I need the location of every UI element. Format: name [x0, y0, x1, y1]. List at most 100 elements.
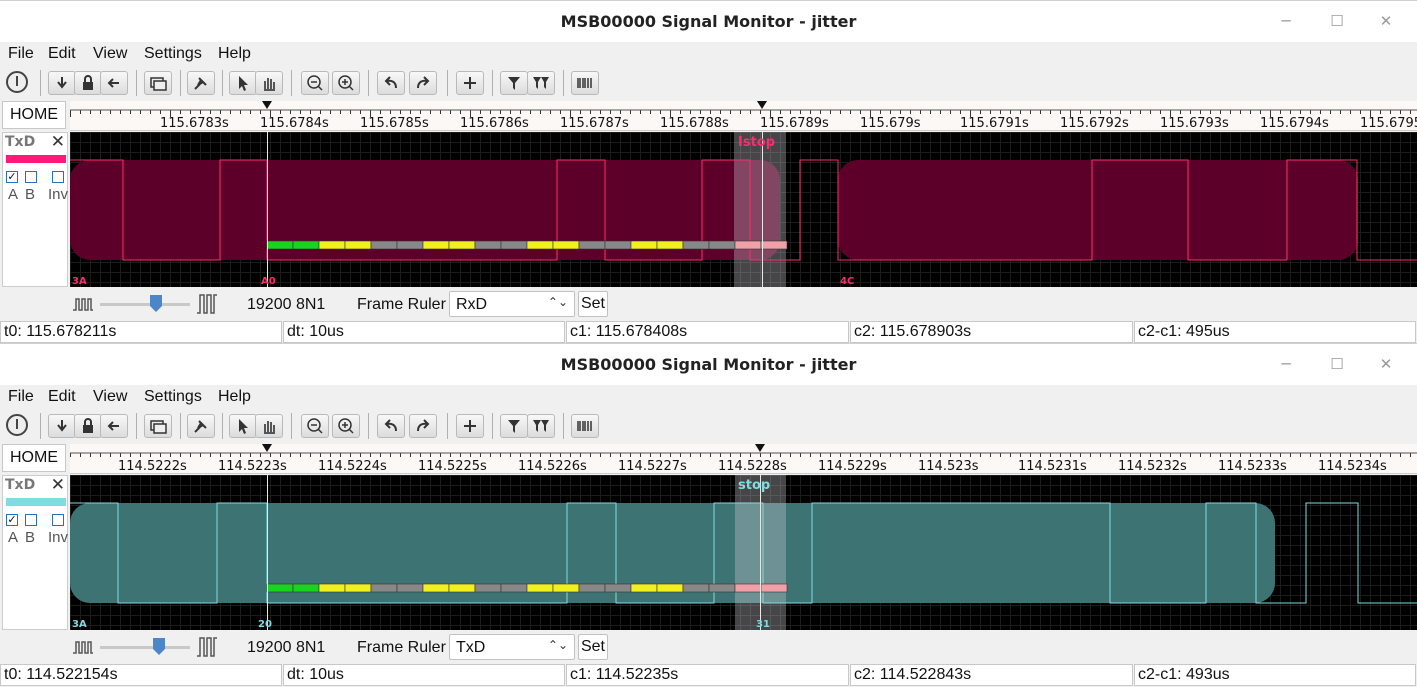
- checkbox-inv[interactable]: [52, 514, 64, 526]
- bit-cell: [656, 240, 684, 250]
- bit-cell: [656, 583, 684, 593]
- bit-cell: [552, 240, 580, 250]
- baud-setting: 19200 8N1: [247, 639, 326, 656]
- frame-ruler-value: TxD: [456, 639, 486, 656]
- multi-filter-button[interactable]: [527, 71, 555, 95]
- close-icon[interactable]: ✕: [1376, 354, 1396, 374]
- add-button[interactable]: [456, 71, 484, 95]
- filter-button[interactable]: [500, 414, 528, 438]
- back-button[interactable]: [100, 71, 128, 95]
- bit-cell: [422, 240, 450, 250]
- maximize-icon[interactable]: ☐: [1327, 11, 1347, 31]
- toolbar-separator: [563, 413, 564, 439]
- bit-cell: [734, 583, 762, 593]
- zoom-in-button[interactable]: [332, 414, 360, 438]
- checkbox-a[interactable]: ✓: [6, 171, 18, 183]
- download-button[interactable]: [48, 414, 76, 438]
- home-button[interactable]: HOME: [2, 101, 66, 129]
- download-button[interactable]: [48, 71, 76, 95]
- multi-filter-button[interactable]: [527, 414, 555, 438]
- minimize-icon[interactable]: ─: [1276, 354, 1296, 374]
- windows-button[interactable]: [144, 414, 172, 438]
- zoom-in-button[interactable]: [332, 71, 360, 95]
- hand-tool-button[interactable]: [255, 414, 283, 438]
- barcode-button[interactable]: [571, 71, 599, 95]
- status-c1: c1: 115.678408s: [566, 321, 849, 343]
- redo-button[interactable]: [409, 71, 437, 95]
- filter-button[interactable]: [500, 71, 528, 95]
- home-button[interactable]: HOME: [2, 444, 66, 472]
- set-button[interactable]: Set: [578, 291, 608, 317]
- windows-button[interactable]: [144, 71, 172, 95]
- zoom-slider-handle[interactable]: [153, 638, 165, 655]
- checkbox-a[interactable]: ✓: [6, 514, 18, 526]
- pin-button[interactable]: [187, 414, 215, 438]
- menu-edit[interactable]: Edit: [48, 388, 76, 406]
- frame-ruler-select[interactable]: RxD ⌃⌄: [449, 291, 575, 317]
- undo-button[interactable]: [377, 71, 405, 95]
- title-bar[interactable]: MSB00000 Signal Monitor - jitter ─ ☐ ✕: [0, 343, 1417, 385]
- frame-ruler-select[interactable]: TxD ⌃⌄: [449, 634, 575, 660]
- bit-cell: [500, 583, 528, 593]
- minimize-icon[interactable]: ─: [1276, 11, 1296, 31]
- stop-label: Istop: [738, 135, 775, 150]
- bit-cell: [604, 240, 632, 250]
- zoom-out-button[interactable]: [301, 414, 329, 438]
- lock-button[interactable]: [74, 414, 102, 438]
- menu-file[interactable]: File: [8, 45, 34, 63]
- time-ruler[interactable]: 114.5222s 114.5223s 114.5224s 114.5225s 114.…: [70, 444, 1417, 474]
- pointer-tool-button[interactable]: [229, 414, 257, 438]
- lock-button[interactable]: [74, 71, 102, 95]
- menu-help[interactable]: Help: [218, 45, 251, 63]
- checkbox-b[interactable]: [25, 171, 37, 183]
- close-channel-icon[interactable]: ✕: [51, 475, 65, 495]
- checkbox-b[interactable]: [25, 514, 37, 526]
- menu-view[interactable]: View: [93, 45, 127, 63]
- signal-plot[interactable]: stop 3A 20 31: [70, 475, 1417, 630]
- undo-button[interactable]: [377, 414, 405, 438]
- bit-cell: [682, 240, 710, 250]
- pin-button[interactable]: [187, 71, 215, 95]
- control-bar: 19200 8N1 Frame Ruler RxD ⌃⌄ Set: [0, 288, 1417, 320]
- menu-settings[interactable]: Settings: [144, 388, 202, 406]
- back-button[interactable]: [100, 414, 128, 438]
- zoom-slider[interactable]: [100, 646, 190, 649]
- redo-button[interactable]: [409, 414, 437, 438]
- menu-edit[interactable]: Edit: [48, 45, 76, 63]
- zoom-slider-handle[interactable]: [150, 295, 162, 312]
- hand-tool-button[interactable]: [255, 71, 283, 95]
- set-button[interactable]: Set: [578, 634, 608, 660]
- signal-trace[interactable]: stop 3A 20 31: [70, 475, 1417, 630]
- time-ruler[interactable]: 115.6783s 115.6784s 115.6785s 115.6786s 115.…: [70, 101, 1417, 131]
- toolbar-separator: [291, 413, 292, 439]
- label-b: B: [25, 529, 36, 546]
- close-channel-icon[interactable]: ✕: [51, 132, 65, 152]
- baud-setting: 19200 8N1: [247, 296, 326, 313]
- signal-plot[interactable]: Istop 3A A0 4C: [70, 132, 1417, 287]
- pointer-tool-button[interactable]: [229, 71, 257, 95]
- menu-help[interactable]: Help: [218, 388, 251, 406]
- frame-label: 20: [258, 619, 272, 630]
- checkbox-inv[interactable]: [52, 171, 64, 183]
- zoom-slider[interactable]: [100, 303, 190, 306]
- zoom-out-button[interactable]: [301, 71, 329, 95]
- close-icon[interactable]: ✕: [1376, 11, 1396, 31]
- channel-color-swatch[interactable]: [6, 498, 66, 506]
- menu-file[interactable]: File: [8, 388, 34, 406]
- bit-cell: [318, 240, 346, 250]
- menu-view[interactable]: View: [93, 388, 127, 406]
- toolbar-separator: [222, 413, 223, 439]
- title-bar[interactable]: MSB00000 Signal Monitor - jitter ─ ☐ ✕: [0, 0, 1417, 42]
- monitor-window-2: MSB00000 Signal Monitor - jitter ─ ☐ ✕ F…: [0, 343, 1417, 687]
- signal-trace[interactable]: Istop 3A A0 4C: [70, 132, 1417, 287]
- menu-bar: File Edit View Settings Help: [0, 42, 1417, 66]
- ruler-label: 115.679s: [860, 116, 921, 131]
- channel-color-swatch[interactable]: [6, 155, 66, 163]
- add-button[interactable]: [456, 414, 484, 438]
- menu-settings[interactable]: Settings: [144, 45, 202, 63]
- barcode-button[interactable]: [571, 414, 599, 438]
- bit-cell: [448, 583, 476, 593]
- frame-label: 3A: [72, 276, 87, 287]
- toolbar-separator: [447, 70, 448, 96]
- maximize-icon[interactable]: ☐: [1327, 354, 1347, 374]
